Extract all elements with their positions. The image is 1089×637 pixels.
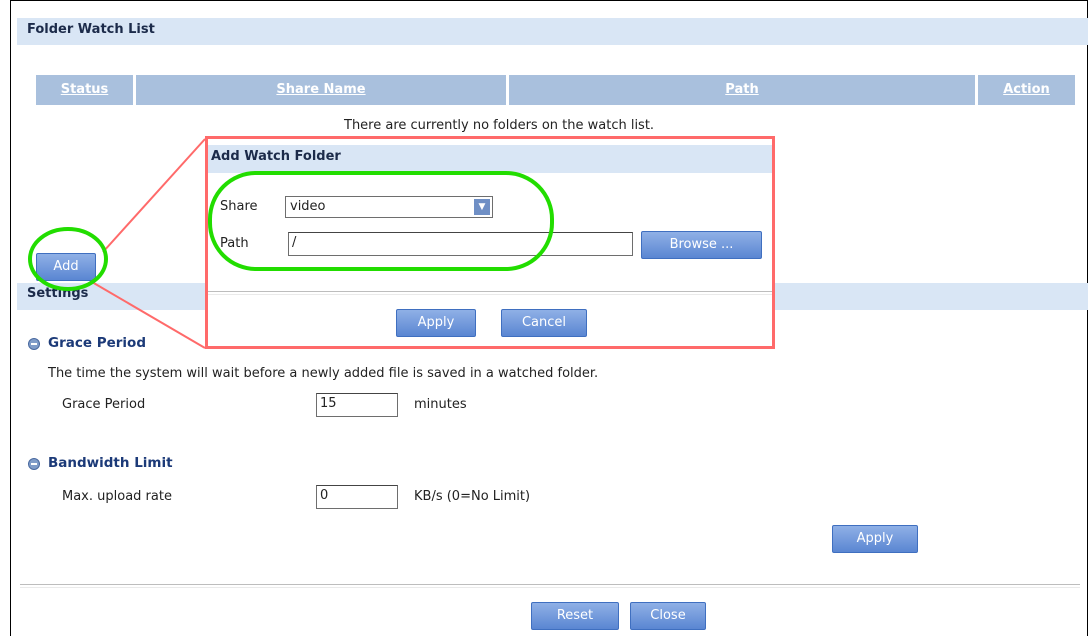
share-label: Share [220, 199, 258, 214]
path-input[interactable]: / [288, 232, 633, 256]
callout-line-bottom [91, 281, 206, 349]
dialog-cancel-button[interactable]: Cancel [501, 309, 587, 337]
add-highlight-ellipse [28, 227, 108, 291]
dialog-divider [208, 291, 772, 295]
chevron-down-icon[interactable]: ▼ [474, 199, 490, 215]
dialog-apply-button[interactable]: Apply [396, 309, 476, 337]
dialog-title: Add Watch Folder [211, 149, 341, 164]
browse-button[interactable]: Browse ... [641, 231, 762, 259]
share-select-value: video [290, 199, 326, 214]
add-watch-folder-dialog: Add Watch Folder Share video ▼ Path / Br… [205, 136, 775, 349]
callout-line-top [102, 138, 206, 253]
share-select[interactable]: video ▼ [285, 196, 493, 218]
path-label: Path [220, 236, 249, 251]
